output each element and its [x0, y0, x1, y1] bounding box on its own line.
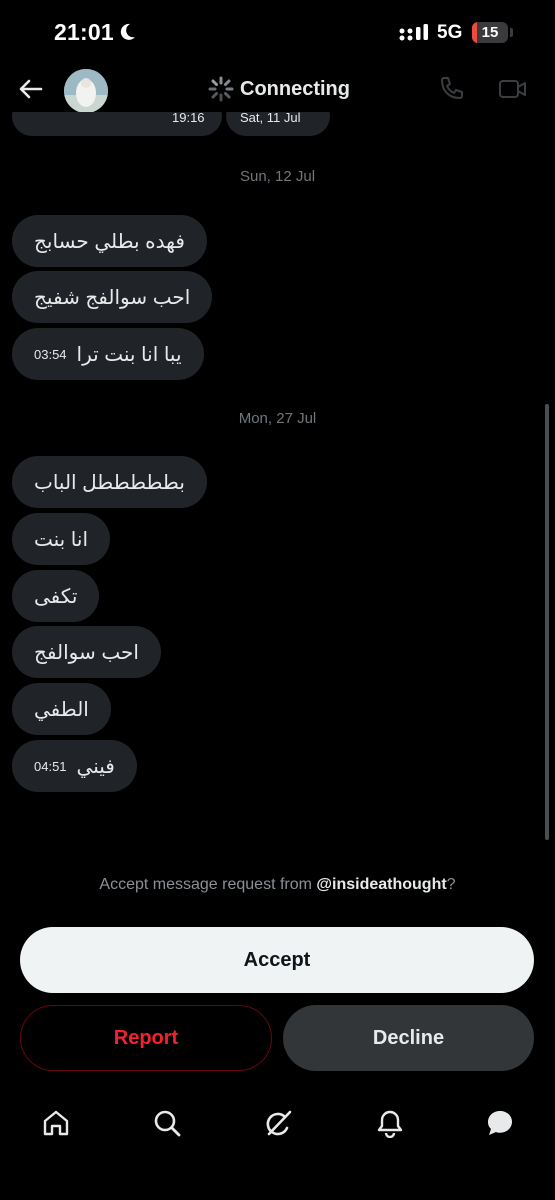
- message-timestamp: Sat, 11 Jul: [240, 112, 301, 125]
- message-bubble[interactable]: الطفي: [12, 683, 111, 735]
- message-request-prompt: Accept message request from @insideathou…: [0, 876, 555, 894]
- battery-cap: [510, 28, 513, 37]
- request-prefix: Accept message request from: [99, 876, 317, 893]
- message-timestamp: 03:54: [34, 346, 67, 362]
- date-divider: Sun, 12 Jul: [239, 168, 316, 185]
- message-bubble[interactable]: فهده بطلي حسابج: [12, 215, 207, 267]
- report-button[interactable]: Report: [20, 1005, 272, 1071]
- moon-icon: [120, 23, 135, 40]
- message-bubble[interactable]: احب سوالفج شفيج: [12, 271, 213, 323]
- home-icon[interactable]: [41, 1108, 71, 1138]
- message-text: احب سوالفج: [34, 641, 139, 664]
- grok-icon[interactable]: [263, 1108, 293, 1138]
- status-time: 21:01: [54, 19, 114, 45]
- signal-icon: [399, 24, 428, 41]
- network-type: 5G: [437, 22, 463, 43]
- message-bubble-partial[interactable]: 19:16: [12, 112, 222, 136]
- message-timestamp: 19:16: [172, 112, 205, 125]
- message-text: فيني: [76, 755, 115, 778]
- message-bubble-partial[interactable]: Sat, 11 Jul: [226, 112, 330, 136]
- messages-icon[interactable]: [485, 1108, 515, 1138]
- message-bubble[interactable]: فيني 04:51: [12, 740, 137, 792]
- battery-percent: 15: [481, 24, 499, 41]
- back-arrow-icon[interactable]: [16, 74, 46, 104]
- message-text: انا بنت: [34, 528, 89, 551]
- message-text: احب سوالفج شفيج: [34, 286, 191, 309]
- accept-button[interactable]: Accept: [20, 927, 534, 993]
- request-suffix: ?: [446, 876, 456, 893]
- battery-icon: 15: [472, 22, 508, 43]
- message-bubble[interactable]: احب سوالفج: [12, 626, 161, 678]
- message-text: فهده بطلي حسابج: [34, 230, 185, 253]
- phone-icon[interactable]: [437, 75, 465, 103]
- message-bubble[interactable]: بطططططل الباب: [12, 456, 207, 508]
- request-handle[interactable]: @insideathought: [316, 876, 446, 893]
- search-icon[interactable]: [152, 1108, 182, 1138]
- message-text: تكفى: [34, 585, 78, 608]
- message-text: الطفي: [34, 698, 89, 721]
- status-bar: 21:01 5G 15: [0, 0, 555, 66]
- message-text: بطططططل الباب: [34, 471, 185, 494]
- date-divider: Mon, 27 Jul: [238, 410, 317, 427]
- loading-spinner-icon: [208, 76, 234, 102]
- page-title: Connecting: [240, 78, 350, 100]
- avatar-image: [64, 69, 108, 113]
- message-bubble[interactable]: تكفى: [12, 570, 100, 622]
- notifications-icon[interactable]: [375, 1108, 405, 1138]
- video-camera-icon[interactable]: [498, 75, 528, 103]
- chat-header: Connecting: [0, 66, 555, 113]
- message-list[interactable]: 19:16 Sat, 11 Jul Sun, 12 Jul فهده بطلي …: [0, 112, 555, 852]
- message-bubble[interactable]: يبا انا بنت ترا 03:54: [12, 328, 204, 380]
- message-timestamp: 04:51: [34, 758, 67, 774]
- bottom-nav: [0, 1096, 555, 1152]
- scrollbar[interactable]: [545, 404, 549, 840]
- message-bubble[interactable]: انا بنت: [12, 513, 111, 565]
- avatar[interactable]: [64, 69, 108, 113]
- message-text: يبا انا بنت ترا: [76, 343, 182, 366]
- decline-button[interactable]: Decline: [283, 1005, 534, 1071]
